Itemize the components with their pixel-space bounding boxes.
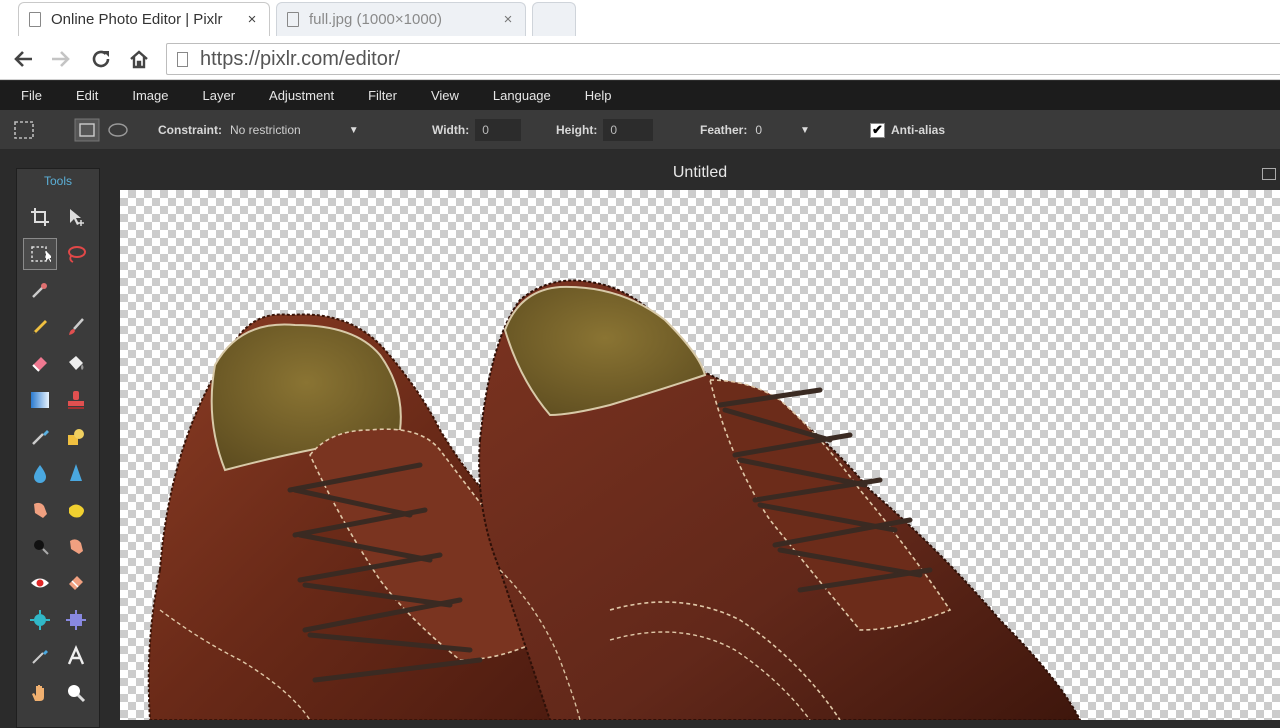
sharpen-icon[interactable]	[59, 457, 93, 489]
move-icon[interactable]	[59, 201, 93, 233]
wand-icon[interactable]	[23, 274, 57, 306]
bloat-icon[interactable]	[23, 604, 57, 636]
workspace: Tools Untitled	[0, 150, 1280, 728]
zoom-icon[interactable]	[59, 677, 93, 709]
image-canvas[interactable]	[120, 190, 1280, 720]
antialias-checkbox[interactable]: ✔	[870, 122, 885, 138]
close-icon[interactable]: ×	[501, 11, 515, 28]
home-icon[interactable]	[124, 44, 154, 74]
width-group: Width: 0	[432, 110, 522, 150]
forward-icon[interactable]	[46, 44, 76, 74]
constraint-group: Constraint: No restriction ▼	[158, 110, 359, 150]
rectangle-shape-button[interactable]	[74, 110, 100, 150]
antialias-label: Anti-alias	[891, 123, 946, 137]
tool-options-bar: Constraint: No restriction ▼ Width: 0 He…	[0, 110, 1280, 150]
burn-icon[interactable]	[23, 530, 57, 562]
tab-title: full.jpg (1000×1000)	[309, 11, 443, 28]
height-group: Height: 0	[556, 110, 654, 150]
page-icon	[29, 12, 41, 27]
colorpicker-icon[interactable]	[23, 640, 57, 672]
page-icon	[287, 12, 299, 27]
url-text: https://pixlr.com/editor/	[200, 47, 401, 70]
hand-icon[interactable]	[23, 677, 57, 709]
pencil-icon[interactable]	[23, 311, 57, 343]
drawing-icon[interactable]	[59, 421, 93, 453]
redeye-icon[interactable]	[23, 567, 57, 599]
blur-icon[interactable]	[23, 457, 57, 489]
spotheal-icon[interactable]	[59, 567, 93, 599]
chevron-down-icon[interactable]: ▼	[800, 125, 810, 136]
height-input[interactable]: 0	[603, 119, 654, 141]
menu-layer[interactable]: Layer	[203, 88, 236, 103]
bucket-icon[interactable]	[59, 347, 93, 379]
restore-window-icon[interactable]	[1262, 168, 1276, 180]
marquee-icon[interactable]	[23, 237, 57, 270]
dodge-icon[interactable]	[59, 530, 93, 562]
colorreplace-icon[interactable]	[23, 421, 57, 453]
width-label: Width:	[432, 123, 470, 137]
menu-bar: File Edit Image Layer Adjustment Filter …	[0, 81, 1280, 110]
menu-file[interactable]: File	[21, 88, 42, 103]
menu-adjustment[interactable]: Adjustment	[269, 88, 334, 103]
tab-full-jpg[interactable]: full.jpg (1000×1000) ×	[276, 2, 526, 36]
document-title: Untitled	[672, 164, 728, 181]
shoes-image	[147, 279, 1082, 720]
antialias-group: ✔ Anti-alias	[870, 110, 945, 150]
reload-icon[interactable]	[86, 44, 116, 74]
menu-filter[interactable]: Filter	[368, 88, 397, 103]
constraint-select[interactable]: No restriction	[230, 123, 301, 137]
width-input[interactable]: 0	[475, 119, 522, 141]
empty-tool-slot	[59, 274, 93, 306]
pinch-icon[interactable]	[59, 604, 93, 636]
tab-pixlr-editor[interactable]: Online Photo Editor | Pixlr ×	[18, 2, 270, 36]
height-label: Height:	[556, 123, 598, 137]
ellipse-shape-button[interactable]	[106, 110, 130, 150]
tool-grid	[17, 193, 99, 713]
sponge-icon[interactable]	[59, 494, 93, 526]
eraser-icon[interactable]	[23, 347, 57, 379]
brush-icon[interactable]	[59, 311, 93, 343]
lasso-icon[interactable]	[59, 238, 93, 270]
browser-tabstrip: Online Photo Editor | Pixlr × full.jpg (…	[0, 0, 1280, 38]
tools-panel: Tools	[16, 168, 100, 728]
menu-view[interactable]: View	[431, 88, 459, 103]
constraint-label: Constraint:	[158, 123, 222, 137]
close-icon[interactable]: ×	[245, 11, 259, 28]
new-tab-button[interactable]	[532, 2, 576, 36]
stamp-icon[interactable]	[59, 384, 93, 416]
tab-title: Online Photo Editor | Pixlr	[51, 11, 223, 28]
menu-image[interactable]: Image	[132, 88, 168, 103]
menu-language[interactable]: Language	[493, 88, 551, 103]
feather-input[interactable]: 0	[755, 123, 762, 137]
tools-panel-title: Tools	[43, 174, 72, 188]
smudge-icon[interactable]	[23, 494, 57, 526]
chevron-down-icon[interactable]: ▼	[349, 125, 359, 136]
browser-toolbar: https://pixlr.com/editor/	[0, 38, 1280, 80]
menu-edit[interactable]: Edit	[76, 88, 98, 103]
back-icon[interactable]	[8, 44, 38, 74]
page-info-icon[interactable]	[177, 51, 188, 67]
menu-help[interactable]: Help	[585, 88, 612, 103]
gradient-icon[interactable]	[23, 384, 57, 416]
address-bar[interactable]: https://pixlr.com/editor/	[166, 43, 1280, 75]
feather-group: Feather: 0 ▼	[700, 110, 810, 150]
feather-label: Feather:	[700, 123, 748, 137]
crop-icon[interactable]	[23, 201, 57, 233]
marquee-options-icon	[12, 110, 36, 150]
text-icon[interactable]	[59, 640, 93, 672]
